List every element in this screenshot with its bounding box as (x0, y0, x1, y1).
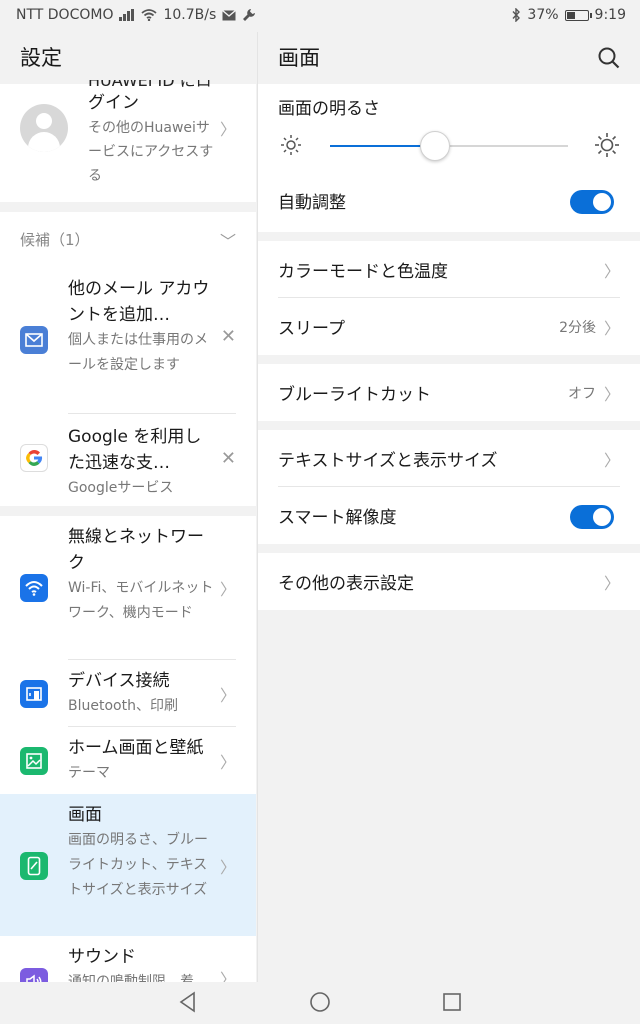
navigation-bar (0, 982, 640, 1024)
settings-title: 設定 (20, 46, 62, 70)
sidebar-item-home-wallpaper[interactable]: ホーム画面と壁紙 テーマ 〉 (0, 727, 256, 794)
chevron-right-icon: 〉 (219, 580, 236, 599)
google-icon (20, 444, 48, 472)
brightness-slider-thumb[interactable] (419, 131, 450, 161)
suggestion-google[interactable]: Google を利用した迅速な支… Googleサービス ✕ (0, 414, 256, 506)
item-subtitle: Bluetooth、印刷 (68, 698, 178, 714)
signal-icon (119, 9, 135, 21)
display-settings-panel: 画面 画面の明るさ 自動調整 カラーモードと色温度 〉 スリープ 2分後 〉 ブ… (257, 32, 640, 982)
battery-icon (564, 9, 592, 21)
account-login-item[interactable]: HUAWEI ID にロ グイン その他のHuaweiサービスにアクセスする 〉 (0, 80, 256, 202)
text-size-row[interactable]: テキストサイズと表示サイズ 〉 (258, 430, 640, 487)
chevron-right-icon: 〉 (219, 858, 236, 877)
display-icon (20, 852, 48, 880)
clock: 9:19 (594, 7, 626, 23)
account-subtitle: その他のHuaweiサービスにアクセスする (88, 120, 214, 184)
sidebar-item-wireless[interactable]: 無線とネットワーク Wi-Fi、モバイルネットワーク、機内モード 〉 (0, 516, 256, 660)
item-title: ホーム画面と壁紙 (68, 738, 204, 758)
brightness-low-icon (281, 135, 301, 155)
auto-adjust-toggle[interactable] (570, 190, 614, 214)
smart-resolution-toggle[interactable] (570, 505, 614, 529)
dismiss-icon[interactable]: ✕ (221, 326, 236, 347)
item-subtitle: 通知の鳴動制限、着 (68, 974, 194, 982)
item-title: サウンド (68, 947, 136, 967)
chevron-right-icon: 〉 (219, 970, 236, 982)
brightness-control: 画面の明るさ (258, 84, 640, 172)
suggestion-subtitle: Googleサービス (68, 480, 174, 496)
item-title: デバイス接続 (68, 671, 170, 691)
item-title: 無線とネットワーク (68, 527, 204, 573)
back-icon[interactable] (176, 990, 200, 1014)
suggestions-label: 候補（1） (20, 231, 90, 249)
blue-light-row[interactable]: ブルーライトカット オフ 〉 (258, 364, 640, 421)
suggestion-title: 他のメール アカウントを追加… (68, 279, 210, 325)
chevron-right-icon: 〉 (603, 319, 620, 338)
smart-resolution-label: スマート解像度 (278, 508, 397, 528)
wrench-icon (243, 9, 256, 21)
color-mode-label: カラーモードと色温度 (278, 262, 448, 282)
sleep-value: 2分後 (559, 320, 596, 336)
smart-resolution-row[interactable]: スマート解像度 (258, 487, 640, 544)
chevron-right-icon: 〉 (603, 574, 620, 593)
wifi-icon (20, 574, 48, 602)
wifi-status-icon (141, 9, 158, 21)
suggestion-title: Google を利用した迅速な支… (68, 427, 202, 473)
status-bar: NTT DOCOMO 10.7B/s 37% 9:19 (0, 0, 640, 32)
auto-adjust-row[interactable]: 自動調整 (258, 172, 640, 232)
bluetooth-icon (512, 8, 521, 22)
suggestion-add-mail[interactable]: 他のメール アカウントを追加… 個人または仕事用のメールを設定します ✕ (0, 268, 256, 414)
settings-list-panel: 設定 HUAWEI ID にロ グイン その他のHuaweiサービスにアクセスす… (0, 32, 256, 982)
sleep-row[interactable]: スリープ 2分後 〉 (258, 298, 640, 355)
chevron-right-icon: 〉 (603, 385, 620, 404)
sidebar-item-display[interactable]: 画面 画面の明るさ、ブルーライトカット、テキストサイズと表示サイズ 〉 (0, 794, 256, 936)
blue-light-label: ブルーライトカット (278, 385, 431, 405)
wallpaper-icon (20, 747, 48, 775)
text-size-label: テキストサイズと表示サイズ (278, 451, 498, 471)
battery-percent: 37% (527, 7, 559, 23)
recents-icon[interactable] (440, 990, 464, 1014)
device-connection-icon (20, 680, 48, 708)
chevron-right-icon: 〉 (603, 451, 620, 470)
item-title: 画面 (68, 805, 102, 825)
page-title: 画面 (278, 46, 320, 70)
dismiss-icon[interactable]: ✕ (221, 448, 236, 469)
avatar-icon (20, 104, 68, 152)
home-icon[interactable] (308, 990, 332, 1014)
brightness-high-icon (595, 133, 619, 157)
sidebar-item-sound[interactable]: サウンド 通知の鳴動制限、着 〉 (0, 936, 256, 982)
account-heading-cut: HUAWEI ID にロ (88, 80, 212, 90)
chevron-down-icon: ﹀ (219, 232, 236, 251)
item-subtitle: Wi-Fi、モバイルネットワーク、機内モード (68, 580, 214, 621)
sleep-label: スリープ (278, 319, 345, 339)
other-display-settings-label: その他の表示設定 (278, 574, 414, 594)
mail-notification-icon (222, 9, 237, 20)
suggestions-header[interactable]: 候補（1） ﹀ (0, 212, 256, 268)
auto-adjust-label: 自動調整 (278, 193, 346, 213)
sidebar-item-device-connection[interactable]: デバイス接続 Bluetooth、印刷 〉 (0, 660, 256, 727)
item-subtitle: テーマ (68, 765, 110, 781)
carrier-label: NTT DOCOMO (16, 7, 114, 23)
network-speed: 10.7B/s (163, 7, 217, 23)
blue-light-value: オフ (568, 386, 596, 402)
chevron-right-icon: 〉 (219, 120, 236, 139)
brightness-label: 画面の明るさ (278, 99, 380, 119)
sound-icon (20, 968, 48, 982)
color-mode-row[interactable]: カラーモードと色温度 〉 (258, 241, 640, 298)
search-icon[interactable] (598, 47, 620, 69)
chevron-right-icon: 〉 (219, 686, 236, 705)
item-subtitle: 画面の明るさ、ブルーライトカット、テキストサイズと表示サイズ (68, 832, 208, 898)
chevron-right-icon: 〉 (603, 262, 620, 281)
chevron-right-icon: 〉 (219, 753, 236, 772)
account-title: グイン (88, 93, 139, 113)
suggestion-subtitle: 個人または仕事用のメールを設定します (68, 332, 208, 373)
other-display-settings-row[interactable]: その他の表示設定 〉 (258, 553, 640, 610)
mail-icon (20, 326, 48, 354)
